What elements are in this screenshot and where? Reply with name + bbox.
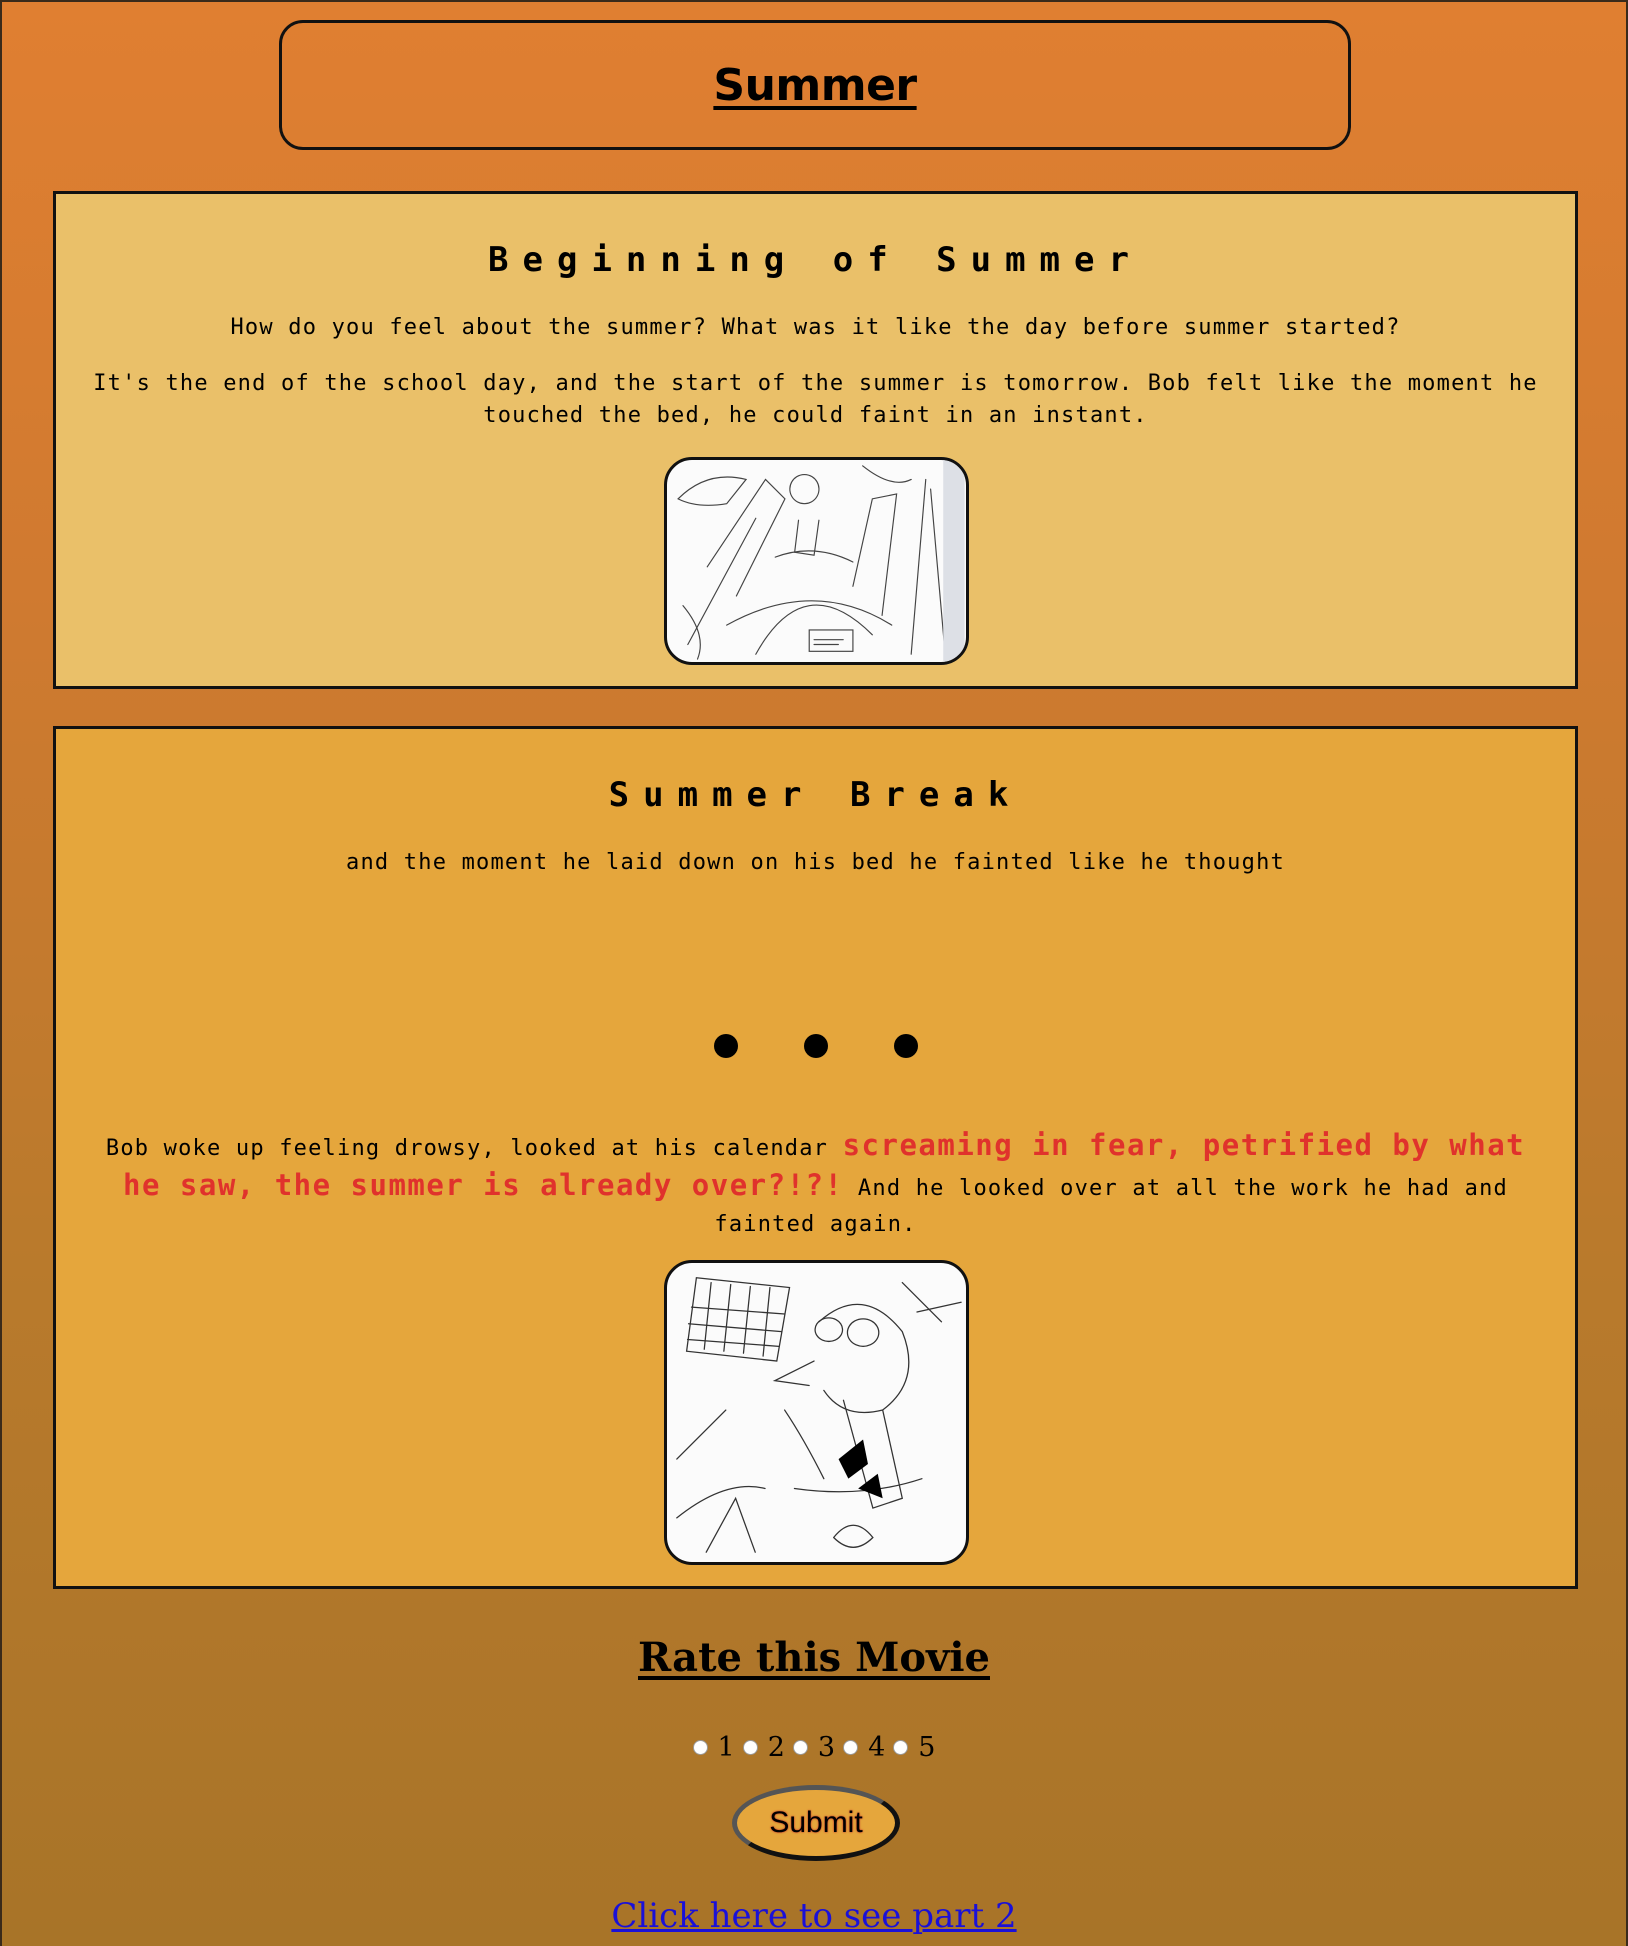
- radio-button[interactable]: [843, 1740, 859, 1755]
- section-intro: and the moment he laid down on his bed h…: [346, 850, 1285, 875]
- radio-button[interactable]: [792, 1740, 808, 1755]
- radio-button[interactable]: [692, 1740, 708, 1755]
- page-title: Summer: [713, 59, 917, 111]
- section-story: It's the end of the school day, and the …: [93, 371, 1538, 428]
- rating-label: 1: [717, 1732, 735, 1763]
- section-summer-break: Summer Break and the moment he laid down…: [53, 726, 1578, 1589]
- submit-button[interactable]: Submit: [732, 1785, 900, 1861]
- rating-option-2[interactable]: 2: [742, 1732, 785, 1763]
- part-2-link[interactable]: Click here to see part 2: [611, 1896, 1016, 1936]
- sketch-drawing: [676, 1277, 962, 1553]
- sketch-image-bob-in-bed: [664, 457, 969, 665]
- part-2-link-container: Click here to see part 2: [2, 1896, 1626, 1936]
- dot: [803, 1034, 828, 1058]
- dot: [893, 1034, 918, 1058]
- rate-title: Rate this Movie: [638, 1634, 990, 1681]
- section-heading: Summer Break: [608, 775, 1023, 815]
- sketch-drawing: [677, 460, 965, 662]
- section-story: Bob woke up feeling drowsy, looked at hi…: [92, 1127, 1539, 1243]
- rating-option-5[interactable]: 5: [893, 1732, 935, 1763]
- section-prompt: How do you feel about the summer? What w…: [230, 315, 1401, 340]
- rating-option-4[interactable]: 4: [843, 1732, 885, 1763]
- rating-label: 3: [817, 1732, 836, 1763]
- rating-options: 1 2 3 4 5: [2, 1732, 1626, 1763]
- ellipsis-dots: [56, 1034, 1575, 1058]
- section-heading: Beginning of Summer: [488, 240, 1143, 280]
- story-text: Bob woke up feeling drowsy, looked at hi…: [105, 1136, 843, 1161]
- rating-option-1[interactable]: 1: [692, 1732, 735, 1763]
- title-banner: Summer: [279, 20, 1351, 150]
- rating-label: 2: [767, 1732, 785, 1763]
- sketch-image-bob-calendar: [664, 1260, 969, 1565]
- dot: [713, 1034, 738, 1058]
- radio-button[interactable]: [742, 1740, 758, 1755]
- radio-button[interactable]: [893, 1740, 909, 1755]
- rating-label: 4: [868, 1732, 886, 1763]
- section-beginning-of-summer: Beginning of Summer How do you feel abou…: [53, 191, 1578, 689]
- rating-label: 5: [918, 1732, 936, 1763]
- rating-option-3[interactable]: 3: [792, 1732, 836, 1763]
